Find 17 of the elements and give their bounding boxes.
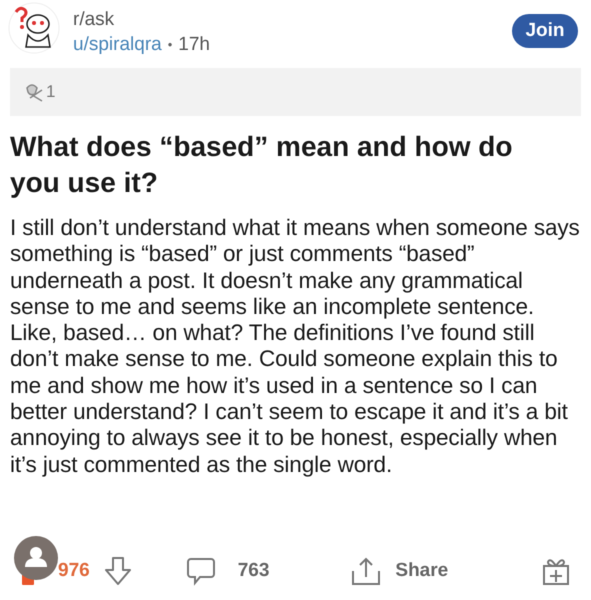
- downvote-icon[interactable]: [104, 556, 132, 586]
- separator: •: [168, 36, 172, 54]
- share-icon[interactable]: [351, 556, 382, 586]
- comment-icon[interactable]: [186, 556, 216, 586]
- vote-score: 976: [58, 558, 90, 583]
- post-time: 17h: [178, 33, 210, 57]
- user-avatar-icon[interactable]: [14, 536, 58, 580]
- post-body: I still don’t understand what it means when someone says something is “based” or just comments “based” underneath a post. It doesn’t make any grammatical sense to me and seems like an incomplete sentence. Like, based… on what? The definitions I’ve found still don’t make sense to me. Could someone explain this to me and show me how it’s used in a sentence so I can better understand? I can’t seem to escape it and it’s a bit annoying to always see it to be honest, especially when it’s just commented as the single word.: [10, 215, 580, 478]
- join-button[interactable]: Join: [512, 14, 578, 48]
- award-count: 1: [46, 81, 56, 104]
- subreddit-name[interactable]: r/ask: [73, 8, 210, 32]
- subreddit-avatar-icon: [8, 2, 60, 54]
- author-link[interactable]: u/spiralqra: [73, 33, 162, 57]
- post-title: What does “based” mean and how do you use it?: [10, 130, 514, 200]
- gift-icon[interactable]: [542, 556, 570, 586]
- comment-count[interactable]: 763: [238, 556, 270, 586]
- share-button[interactable]: Share: [395, 556, 448, 586]
